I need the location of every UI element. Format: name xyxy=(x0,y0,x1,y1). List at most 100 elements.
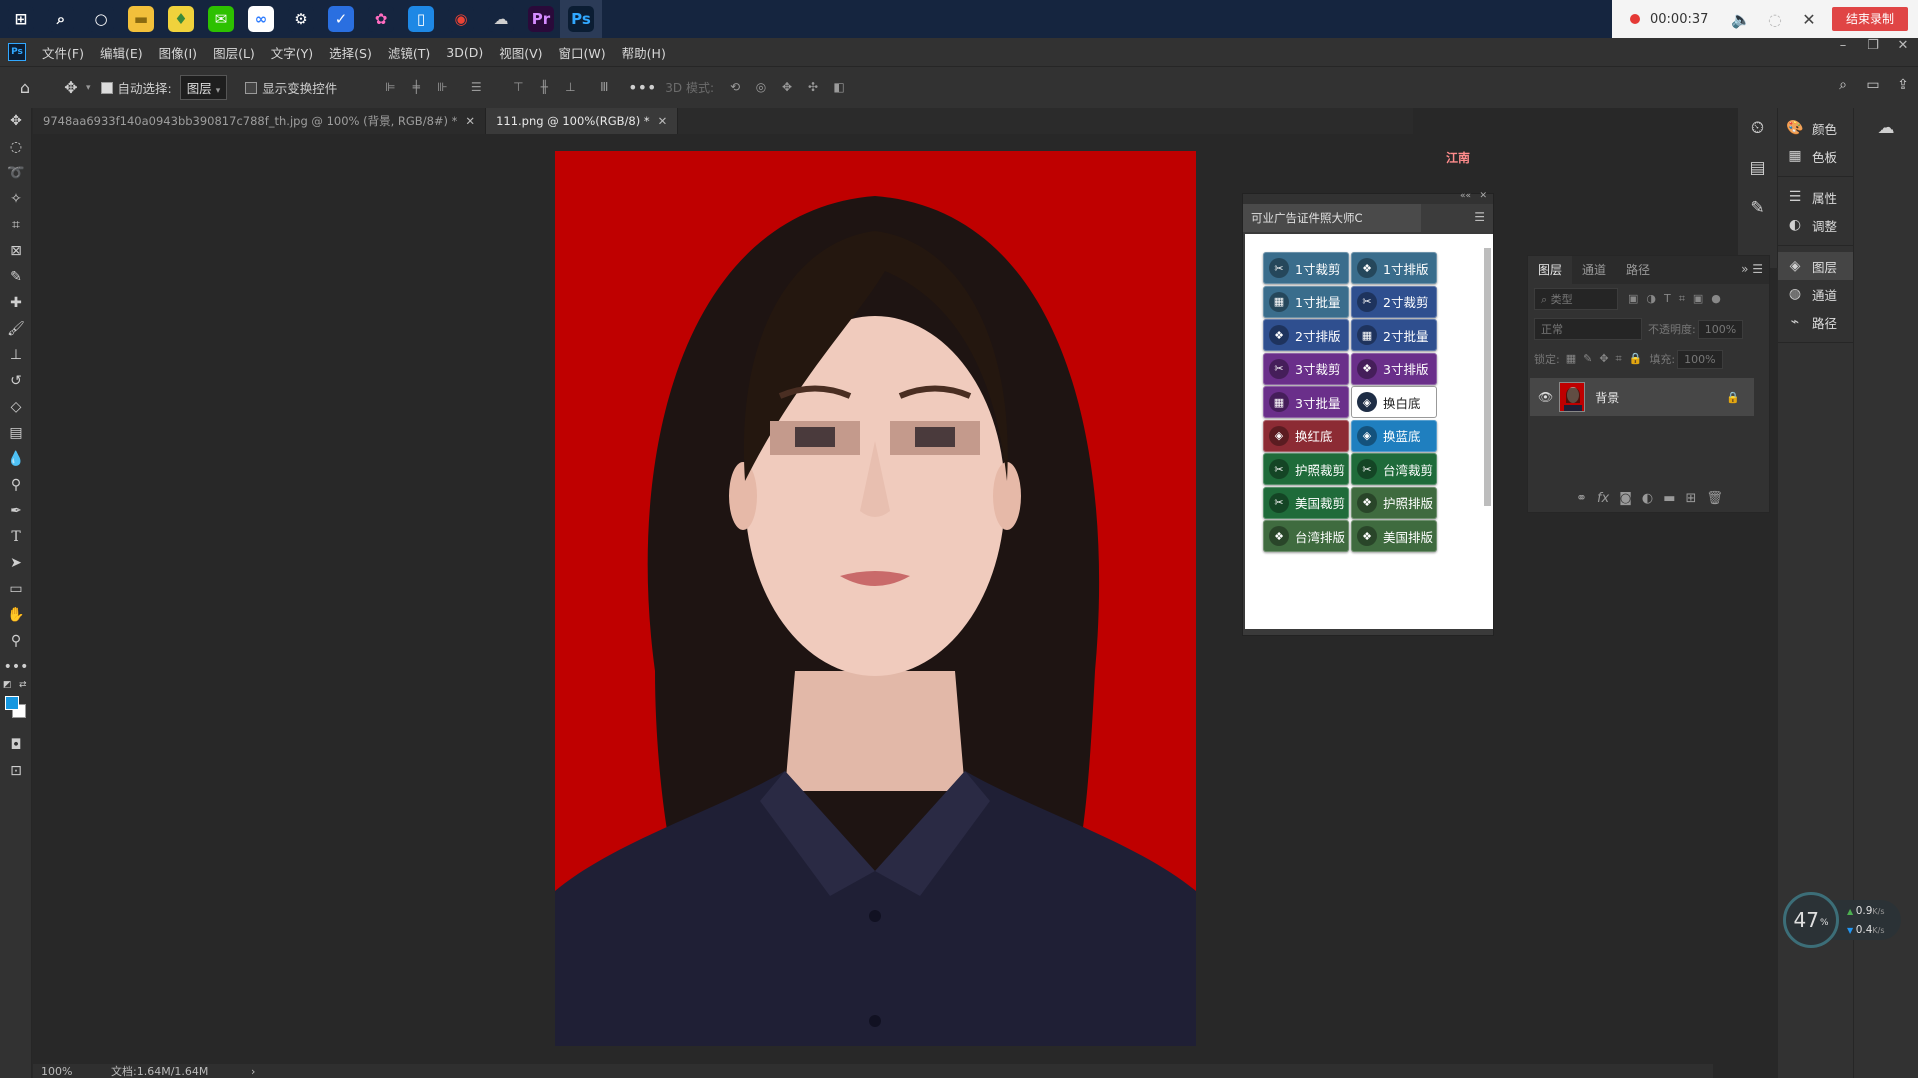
lasso-tool-icon[interactable]: ➰ xyxy=(0,160,32,186)
plugin-button[interactable]: ❖ 护照排版 xyxy=(1351,486,1437,519)
fill-input[interactable]: 100% xyxy=(1677,349,1723,369)
show-transform-checkbox[interactable] xyxy=(245,81,258,94)
new-group-icon[interactable]: ▬ xyxy=(1663,491,1675,506)
rectangle-tool-icon[interactable]: ▭ xyxy=(0,576,32,602)
eyedropper-tool-icon[interactable]: ✎ xyxy=(0,264,32,290)
move-tool-icon[interactable]: ✥ xyxy=(0,108,32,134)
menu-layer[interactable]: 图层(L) xyxy=(205,43,263,62)
tab-document-1[interactable]: 9748aa6933f140a0943bb390817c788f_th.jpg … xyxy=(33,108,487,134)
plugin-button[interactable]: ✂ 2寸裁剪 xyxy=(1351,285,1437,318)
distribute-icon[interactable]: ☰ xyxy=(463,80,489,96)
align-center-icon[interactable]: ╪ xyxy=(403,80,429,96)
gradient-tool-icon[interactable]: ▤ xyxy=(0,420,32,446)
3d-orbit-icon[interactable]: ⟲ xyxy=(722,80,748,96)
align-middle-icon[interactable]: ╫ xyxy=(531,80,557,96)
plugin-button[interactable]: ❖ 3寸排版 xyxy=(1351,352,1437,385)
tab-channels[interactable]: 通道 xyxy=(1572,256,1616,284)
share-icon[interactable]: ⇪ xyxy=(1888,77,1918,93)
history-icon[interactable]: ⏲ xyxy=(1738,108,1777,148)
history-brush-tool-icon[interactable]: ↺ xyxy=(0,368,32,394)
layer-row[interactable]: 👁 背景 🔒 xyxy=(1530,378,1754,416)
taskbar-settings-button[interactable]: ⚙ xyxy=(280,0,322,38)
plugin-button[interactable]: ✂ 台湾裁剪 xyxy=(1351,453,1437,485)
eraser-tool-icon[interactable]: ◇ xyxy=(0,394,32,420)
auto-select-checkbox[interactable] xyxy=(100,81,113,94)
fx-icon[interactable]: fx xyxy=(1597,491,1609,506)
camera-icon[interactable]: ◌ xyxy=(1758,10,1792,29)
opacity-input[interactable]: 100% xyxy=(1697,319,1744,339)
taskbar-search-button[interactable]: ⌕ xyxy=(40,0,82,38)
plugin-scrollbar[interactable] xyxy=(1481,234,1493,629)
type-tool-icon[interactable]: T xyxy=(0,524,32,550)
dock-item-layers[interactable]: ◈ 图层 xyxy=(1778,252,1853,280)
brush-settings-icon[interactable]: ✎ xyxy=(1738,188,1777,228)
default-colors-icon[interactable]: ◩ xyxy=(3,680,12,690)
pen-tool-icon[interactable]: ✒ xyxy=(0,498,32,524)
menu-type[interactable]: 文字(Y) xyxy=(263,43,321,62)
menu-file[interactable]: 文件(F) xyxy=(34,43,92,62)
tab-layers[interactable]: 图层 xyxy=(1528,256,1573,284)
menu-help[interactable]: 帮助(H) xyxy=(614,43,674,62)
align-left-icon[interactable]: ⊫ xyxy=(377,80,403,96)
new-layer-icon[interactable]: ⊞ xyxy=(1686,491,1697,506)
zoom-level[interactable]: 100% xyxy=(41,1065,111,1078)
libraries-icon[interactable]: ▤ xyxy=(1738,148,1777,188)
volume-icon[interactable]: 🔈 xyxy=(1724,10,1758,29)
taskbar-wechat-button[interactable]: ✉ xyxy=(200,0,242,38)
taskbar-chrome-button[interactable]: ◉ xyxy=(440,0,482,38)
magic-wand-tool-icon[interactable]: ✧ xyxy=(0,186,32,212)
foreground-color-swatch[interactable] xyxy=(5,696,19,710)
visibility-eye-icon[interactable]: 👁 xyxy=(1538,390,1553,404)
workspace-icon[interactable]: ▭ xyxy=(1858,77,1888,93)
3d-slide-icon[interactable]: ✣ xyxy=(800,80,826,96)
healing-brush-tool-icon[interactable]: ✚ xyxy=(0,290,32,316)
blur-tool-icon[interactable]: 💧 xyxy=(0,446,32,472)
end-recording-button[interactable]: 结束录制 xyxy=(1831,7,1908,31)
restore-icon[interactable]: ❐ xyxy=(1858,38,1888,53)
plugin-button[interactable]: ❖ 1寸排版 xyxy=(1351,252,1437,284)
plugin-button[interactable]: ❖ 美国排版 xyxy=(1351,520,1437,552)
minimize-icon[interactable]: – xyxy=(1828,38,1858,53)
link-layers-icon[interactable]: ⚭ xyxy=(1576,491,1587,506)
plugin-button[interactable]: ✂ 美国裁剪 xyxy=(1263,486,1349,519)
menu-3d[interactable]: 3D(D) xyxy=(438,45,491,60)
taskbar-file-explorer-button[interactable]: ▬ xyxy=(120,0,162,38)
home-icon[interactable]: ⌂ xyxy=(10,78,40,97)
close-tab-icon[interactable]: ✕ xyxy=(658,114,668,128)
3d-camera-icon[interactable]: ◧ xyxy=(826,80,852,96)
distribute-vertical-icon[interactable]: Ⅲ xyxy=(591,80,617,96)
align-right-icon[interactable]: ⊪ xyxy=(429,80,455,96)
lock-icons[interactable]: ▦✎✥⌗🔒 xyxy=(1566,352,1650,366)
tab-paths[interactable]: 路径 xyxy=(1616,256,1660,284)
taskbar-photoshop-button[interactable]: Ps xyxy=(560,0,602,38)
delete-layer-icon[interactable]: 🗑 xyxy=(1706,491,1723,506)
align-bottom-icon[interactable]: ⊥ xyxy=(557,80,583,96)
menu-select[interactable]: 选择(S) xyxy=(321,43,380,62)
plugin-button[interactable]: ❖ 台湾排版 xyxy=(1263,520,1349,552)
dock-item-channels[interactable]: ◍ 通道 xyxy=(1778,280,1853,308)
plugin-button[interactable]: ◈ 换蓝底 xyxy=(1351,419,1437,452)
plugin-button[interactable]: ▦ 1寸批量 xyxy=(1263,285,1349,318)
3d-pan-icon[interactable]: ✥ xyxy=(774,80,800,96)
plugin-button[interactable]: ▦ 3寸批量 xyxy=(1263,386,1349,418)
network-speed-widget[interactable]: ▲ 0.9K/s ▼ 0.4K/s 47% xyxy=(1783,892,1903,948)
collapse-panel-icon[interactable]: «« xyxy=(1460,191,1471,201)
menu-filter[interactable]: 滤镜(T) xyxy=(380,43,438,62)
panel-menu-icon[interactable]: ☰ xyxy=(1474,210,1485,224)
dodge-tool-icon[interactable]: ⚲ xyxy=(0,472,32,498)
plugin-button[interactable]: ✂ 1寸裁剪 xyxy=(1263,252,1349,284)
edit-toolbar-icon[interactable]: ••• xyxy=(0,654,32,680)
plugin-button[interactable]: ▦ 2寸批量 xyxy=(1351,319,1437,351)
plugin-button[interactable]: ◈ 换白底 xyxy=(1351,386,1437,418)
layer-filter-dropdown[interactable]: ⌕ 类型 xyxy=(1534,288,1618,310)
taskbar-windows-start-button[interactable]: ⊞ xyxy=(0,0,42,38)
add-mask-icon[interactable]: ◙ xyxy=(1619,491,1632,506)
taskbar-security-shield-button[interactable]: ✓ xyxy=(320,0,362,38)
path-selection-tool-icon[interactable]: ➤ xyxy=(0,550,32,576)
plugin-title-tab[interactable]: 可业广告证件照大师C xyxy=(1243,204,1421,232)
screen-mode-icon[interactable]: ⊡ xyxy=(0,758,32,784)
creative-cloud-icon[interactable]: ☁ xyxy=(1854,108,1918,148)
new-adjustment-icon[interactable]: ◐ xyxy=(1642,491,1653,506)
chevron-right-icon[interactable]: › xyxy=(251,1065,255,1078)
dock-item-adjustments[interactable]: ◐ 调整 xyxy=(1778,211,1853,239)
